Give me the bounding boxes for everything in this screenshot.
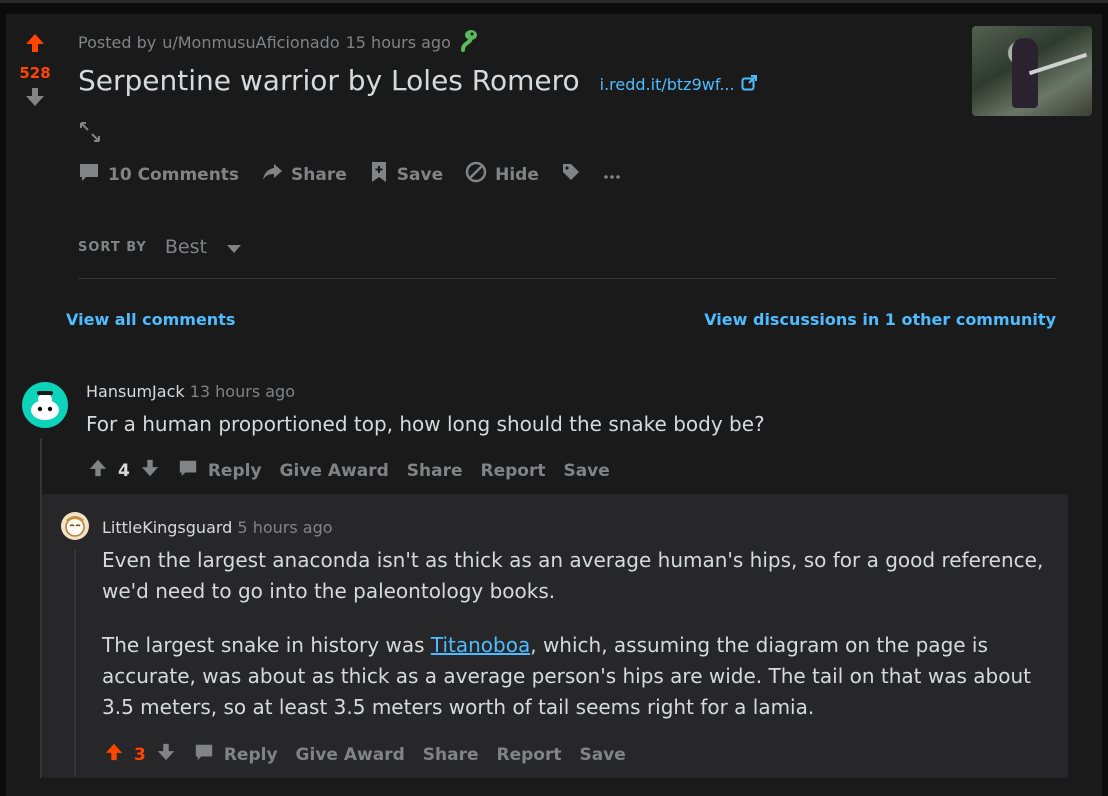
avatar[interactable] <box>61 512 89 540</box>
hide-label: Hide <box>495 164 539 185</box>
report-button[interactable]: Report <box>480 461 545 481</box>
external-link-icon <box>741 74 757 95</box>
save-label: Save <box>396 164 444 185</box>
hide-button[interactable]: Hide <box>465 161 539 188</box>
comment-time[interactable]: 5 hours ago <box>237 518 332 537</box>
downvote-icon[interactable] <box>156 742 176 767</box>
comment-body: For a human proportioned top, how long s… <box>86 409 1066 440</box>
comments-label: 10 Comments <box>108 164 240 185</box>
sort-dropdown[interactable]: Best <box>165 236 241 258</box>
snake-flair-icon <box>457 28 479 56</box>
give-award-button[interactable]: Give Award <box>280 461 389 481</box>
comment-text: The largest snake in history was <box>102 633 431 657</box>
sort-bar: SORT BY Best <box>78 236 241 258</box>
avatar[interactable] <box>22 382 68 428</box>
share-icon <box>261 161 283 188</box>
comment-body: Even the largest anaconda isn't as thick… <box>102 545 1052 723</box>
post-title-row: Serpentine warrior by Loles Romero i.red… <box>78 64 757 97</box>
top-bar <box>0 0 1108 3</box>
save-button[interactable]: Save <box>579 745 625 765</box>
comments-button[interactable]: 10 Comments <box>78 161 239 188</box>
comment-score: 3 <box>134 744 146 765</box>
post-actions: 10 Comments Share Save Hide <box>78 160 621 189</box>
external-link[interactable]: i.redd.it/btz9wf... <box>600 74 757 95</box>
post-score: 528 <box>19 64 51 82</box>
post-thumbnail[interactable] <box>972 26 1092 116</box>
downvote-icon[interactable] <box>140 458 160 483</box>
share-button[interactable]: Share <box>423 745 479 765</box>
thread-line[interactable] <box>74 550 76 776</box>
upvote-icon[interactable] <box>6 32 64 58</box>
post-meta: Posted by u/MonmusuAficionado 15 hours a… <box>78 28 479 56</box>
report-button[interactable]: Report <box>496 745 561 765</box>
hide-icon <box>465 161 487 188</box>
comment-time[interactable]: 13 hours ago <box>190 382 295 401</box>
comment-paragraph: Even the largest anaconda isn't as thick… <box>102 548 1044 603</box>
more-options-icon[interactable] <box>603 165 621 185</box>
comment-icon <box>78 161 100 188</box>
post-card: 528 Posted by u/MonmusuAficionado 15 hou… <box>6 14 1102 796</box>
tag-icon[interactable] <box>561 162 581 187</box>
post-title[interactable]: Serpentine warrior by Loles Romero <box>78 64 580 97</box>
share-button[interactable]: Share <box>261 161 347 188</box>
titanoboa-link[interactable]: Titanoboa <box>431 633 530 657</box>
downvote-icon[interactable] <box>6 86 64 112</box>
reply-button[interactable]: Reply <box>194 742 278 767</box>
post-time[interactable]: 15 hours ago <box>346 33 451 52</box>
comment-actions: 4 Reply Give Award Share Report Save <box>88 458 610 483</box>
upvote-icon[interactable] <box>88 458 108 483</box>
comment-vote: 4 <box>88 458 160 483</box>
view-discussions-link[interactable]: View discussions in 1 other community <box>704 310 1056 329</box>
comment-author[interactable]: HansumJack <box>86 382 185 401</box>
save-button[interactable]: Save <box>563 461 609 481</box>
reply-label: Reply <box>207 460 262 481</box>
divider <box>78 278 1056 279</box>
share-label: Share <box>291 164 347 185</box>
comment-author[interactable]: LittleKingsguard <box>102 518 232 537</box>
external-link-text[interactable]: i.redd.it/btz9wf... <box>600 75 735 94</box>
post-author-link[interactable]: u/MonmusuAficionado <box>162 33 339 52</box>
comment-vote: 3 <box>104 742 176 767</box>
comment-icon <box>178 458 198 483</box>
sort-label: SORT BY <box>78 239 147 255</box>
save-button[interactable]: Save <box>369 160 443 189</box>
sort-value: Best <box>164 236 207 258</box>
reply-button[interactable]: Reply <box>178 458 262 483</box>
view-all-comments-link[interactable]: View all comments <box>66 310 235 329</box>
comment-meta: LittleKingsguard 5 hours ago <box>102 518 333 537</box>
give-award-button[interactable]: Give Award <box>296 745 405 765</box>
expand-icon[interactable] <box>78 120 102 148</box>
comment-paragraph: The largest snake in history was Titanob… <box>102 630 1052 723</box>
caret-down-icon <box>226 236 241 258</box>
post-vote-column: 528 <box>6 32 64 112</box>
comment-actions: 3 Reply Give Award Share Report Save <box>104 742 626 767</box>
reply-label: Reply <box>223 744 278 765</box>
share-button[interactable]: Share <box>407 461 463 481</box>
comment-icon <box>194 742 214 767</box>
comment-score: 4 <box>118 460 130 481</box>
comment-meta: HansumJack 13 hours ago <box>86 382 295 401</box>
posted-by-label: Posted by <box>78 32 157 52</box>
bookmark-icon <box>369 160 389 189</box>
upvote-icon[interactable] <box>104 742 124 767</box>
comment-text: For a human proportioned top, how long s… <box>86 412 765 436</box>
